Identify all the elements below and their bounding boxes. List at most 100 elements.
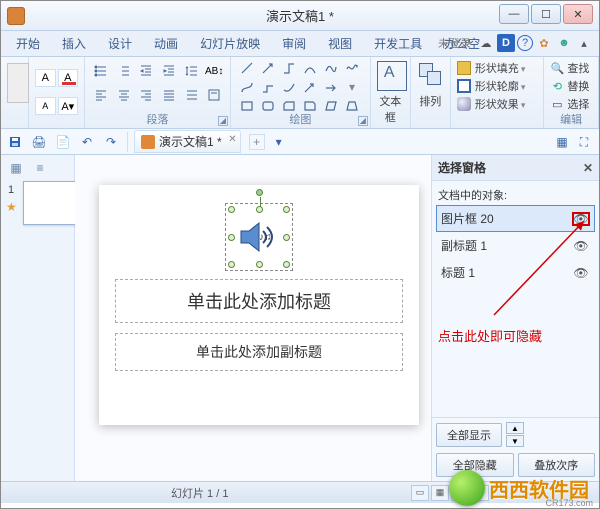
align-justify-button[interactable]: [159, 85, 179, 105]
move-up-button[interactable]: ▲: [506, 422, 524, 434]
print-button[interactable]: 🖨: [29, 132, 49, 152]
rotate-handle[interactable]: [256, 189, 263, 196]
document-close-icon[interactable]: ✕: [228, 134, 236, 145]
document-tab[interactable]: 演示文稿1 * ✕: [134, 130, 241, 153]
shapes-gallery[interactable]: ▾: [237, 59, 364, 115]
find-button[interactable]: 🔍查找: [550, 60, 592, 76]
audio-object[interactable]: ♪♫: [231, 209, 287, 265]
shape-line-icon[interactable]: [237, 59, 257, 77]
font-smaller-button[interactable]: A: [35, 97, 56, 115]
shapes-more-icon[interactable]: ▾: [342, 78, 362, 96]
save-button[interactable]: [5, 132, 25, 152]
workspace: ▦ ≡ 1 ★ ♪♫: [1, 155, 599, 481]
slide-thumbnail[interactable]: 1 ★: [23, 181, 81, 225]
tab-insert[interactable]: 插入: [53, 31, 95, 56]
shape-connector2-icon[interactable]: [237, 78, 257, 96]
slide[interactable]: ♪♫ 单击此处添加标题 单击此处添加副标题: [99, 185, 419, 425]
login-status[interactable]: 未登录: [434, 34, 475, 52]
new-tab-button[interactable]: +: [249, 134, 265, 150]
shape-connector4-icon[interactable]: [279, 78, 299, 96]
vertical-align-button[interactable]: [204, 85, 224, 105]
shape-outline-button[interactable]: 形状轮廓: [457, 78, 538, 94]
arrange-label: 排列: [417, 93, 444, 109]
shape-arrow-icon[interactable]: [258, 59, 278, 77]
sorter-view-button[interactable]: ▦: [431, 485, 449, 501]
tab-list-button[interactable]: ▾: [269, 132, 289, 152]
subtitle-placeholder[interactable]: 单击此处添加副标题: [115, 333, 403, 371]
help-icon[interactable]: ?: [517, 35, 533, 51]
tab-slideshow[interactable]: 幻灯片放映: [191, 31, 269, 56]
shape-fill-button[interactable]: 形状填充: [457, 60, 538, 76]
group-label: 绘图: [231, 111, 370, 127]
redo-button[interactable]: ↷: [101, 132, 121, 152]
d-badge-icon[interactable]: D: [497, 34, 515, 52]
ribbon-collapse-icon[interactable]: ▴: [575, 34, 593, 52]
close-button[interactable]: ✕: [563, 4, 593, 24]
tab-start[interactable]: 开始: [7, 31, 49, 56]
align-right-button[interactable]: [136, 85, 156, 105]
shape-connector-icon[interactable]: [279, 59, 299, 77]
replace-button[interactable]: ⟲替换: [550, 78, 592, 94]
outline-view-icon[interactable]: ≡: [33, 161, 47, 175]
object-item[interactable]: 图片框 20 👁: [436, 205, 595, 232]
object-item[interactable]: 标题 1 👁: [436, 259, 595, 286]
thumbnail-number: 1: [8, 184, 14, 196]
paste-button[interactable]: [7, 63, 29, 103]
font-larger-button[interactable]: A: [35, 69, 56, 87]
tab-design[interactable]: 设计: [99, 31, 141, 56]
tab-animation[interactable]: 动画: [145, 31, 187, 56]
object-item[interactable]: 副标题 1 👁: [436, 232, 595, 259]
numbering-button[interactable]: [114, 61, 134, 81]
select-button[interactable]: ▭选择: [550, 96, 592, 112]
arrange-button[interactable]: [417, 61, 447, 91]
visibility-toggle-icon[interactable]: 👁: [572, 239, 590, 253]
shape-arrow2-icon[interactable]: [300, 78, 320, 96]
feedback-icon[interactable]: ✿: [535, 34, 553, 52]
shape-connector3-icon[interactable]: [258, 78, 278, 96]
visibility-toggle-icon[interactable]: 👁: [572, 212, 590, 226]
align-center-button[interactable]: [114, 85, 134, 105]
line-spacing-button[interactable]: [182, 61, 202, 81]
align-left-button[interactable]: [91, 85, 111, 105]
indent-button[interactable]: [159, 61, 179, 81]
draw-dialog-launcher[interactable]: ◢: [358, 116, 368, 126]
font-color-button[interactable]: A: [58, 69, 79, 87]
move-down-button[interactable]: ▼: [506, 435, 524, 447]
tab-review[interactable]: 审阅: [273, 31, 315, 56]
maximize-button[interactable]: ☐: [531, 4, 561, 24]
shape-effect-button[interactable]: 形状效果: [457, 96, 538, 112]
shape-freeform-icon[interactable]: [321, 59, 341, 77]
watermark-url: CR173.com: [545, 498, 593, 508]
font-highlight-button[interactable]: A▾: [58, 97, 79, 115]
shape-style-group: 形状填充 形状轮廓 形状效果: [451, 57, 545, 128]
bullets-button[interactable]: [91, 61, 111, 81]
user-icon[interactable]: ☻: [555, 34, 573, 52]
paragraph-dialog-launcher[interactable]: ◢: [218, 116, 228, 126]
nav-grid-icon[interactable]: ▦: [553, 133, 571, 151]
cloud-icon[interactable]: ☁: [477, 34, 495, 52]
shape-scribble-icon[interactable]: [342, 59, 362, 77]
text-direction-button[interactable]: AB↕: [204, 61, 224, 81]
tab-devtools[interactable]: 开发工具: [365, 31, 431, 56]
object-name: 标题 1: [441, 264, 475, 281]
thumbnail-view-icon[interactable]: ▦: [9, 161, 23, 175]
edit-group: 🔍查找 ⟲替换 ▭选择 编辑: [544, 57, 599, 128]
pane-close-icon[interactable]: ✕: [583, 161, 593, 175]
normal-view-button[interactable]: ▭: [411, 485, 429, 501]
textbox-button[interactable]: [377, 61, 407, 91]
distribute-button[interactable]: [182, 85, 202, 105]
title-placeholder[interactable]: 单击此处添加标题: [115, 279, 403, 323]
outdent-button[interactable]: [136, 61, 156, 81]
show-all-button[interactable]: 全部显示: [436, 423, 502, 447]
shape-arrow3-icon[interactable]: [321, 78, 341, 96]
print-preview-button[interactable]: 📄: [53, 132, 73, 152]
nav-expand-icon[interactable]: ⛶: [575, 133, 593, 151]
minimize-button[interactable]: —: [499, 4, 529, 24]
slide-thumbnail-panel: ▦ ≡ 1 ★: [1, 155, 75, 481]
visibility-toggle-icon[interactable]: 👁: [572, 266, 590, 280]
outline-icon: [457, 79, 471, 93]
slide-canvas[interactable]: ♪♫ 单击此处添加标题 单击此处添加副标题: [75, 155, 431, 481]
tab-view[interactable]: 视图: [319, 31, 361, 56]
shape-curve-icon[interactable]: [300, 59, 320, 77]
undo-button[interactable]: ↶: [77, 132, 97, 152]
